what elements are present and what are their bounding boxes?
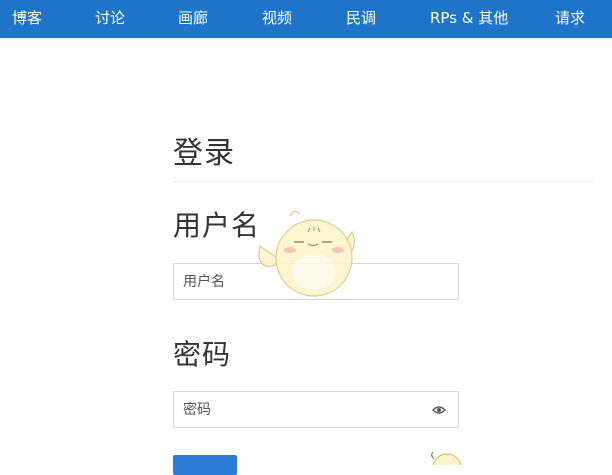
chick-mascot-icon: [258, 210, 355, 297]
login-submit-button[interactable]: [173, 455, 237, 475]
nav-item-polls[interactable]: 民调: [346, 0, 376, 38]
nav-item-requests[interactable]: 请求: [555, 0, 585, 38]
eye-icon[interactable]: [432, 405, 446, 415]
top-navigation-bar: 博客 讨论 画廊 视频 民调 RPs & 其他 请求: [0, 0, 612, 38]
page-title: 登录: [173, 136, 235, 171]
password-label: 密码: [173, 338, 232, 371]
password-input[interactable]: [174, 392, 458, 427]
password-field: [173, 391, 459, 428]
nav-item-gallery[interactable]: 画廊: [178, 0, 208, 38]
nav-item-blog[interactable]: 博客: [12, 0, 42, 38]
title-divider: [173, 181, 593, 182]
nav-item-discussion[interactable]: 讨论: [95, 0, 125, 38]
nav-item-rps-other[interactable]: RPs & 其他: [430, 0, 508, 38]
nav-item-videos[interactable]: 视频: [262, 0, 292, 38]
username-label: 用户名: [173, 209, 261, 242]
